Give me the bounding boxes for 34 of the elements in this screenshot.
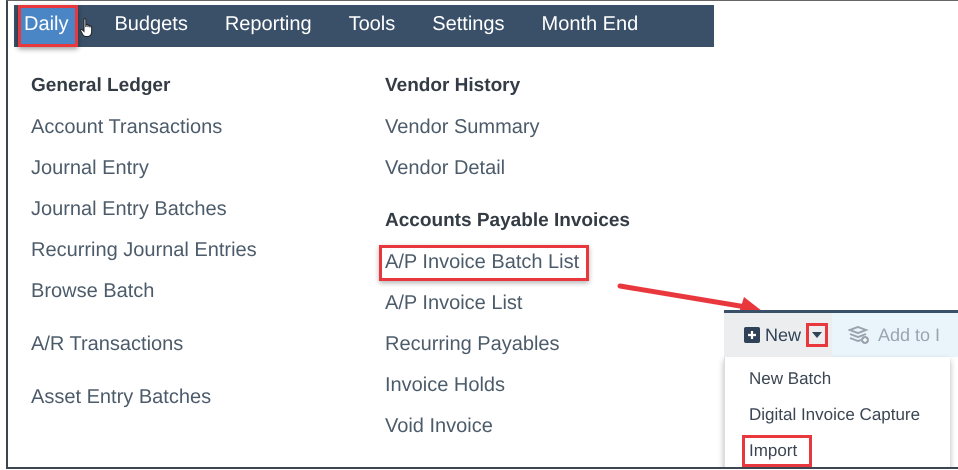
caret-button[interactable]	[806, 323, 828, 347]
hand-cursor-icon	[80, 18, 94, 38]
caret-icon	[812, 332, 822, 338]
menu-heading: Vendor History	[385, 74, 522, 98]
menu-item[interactable]: Account Transactions	[25, 112, 228, 153]
dropdown-item[interactable]: Import	[725, 433, 950, 467]
menu-item[interactable]: Invoice Holds	[379, 370, 512, 411]
dropdown-item[interactable]: New Batch	[725, 361, 950, 397]
menu-item[interactable]: A/P Invoice List	[379, 288, 528, 329]
new-label: New	[765, 324, 802, 346]
menu-item[interactable]: Recurring Payables	[379, 329, 566, 370]
menu-tab[interactable]: Month End	[524, 5, 658, 47]
new-button[interactable]: New	[724, 313, 832, 357]
dropdown-item[interactable]: Digital Invoice Capture	[725, 397, 950, 433]
menu-item[interactable]: Journal Entry Batches	[25, 194, 233, 235]
menu-tab[interactable]: Settings	[414, 5, 524, 47]
layers-plus-icon	[848, 325, 870, 345]
menu-item[interactable]: Recurring Journal Entries	[25, 235, 263, 276]
menu-item[interactable]: Vendor Detail	[379, 153, 512, 194]
menu-tab[interactable]: Tools	[330, 5, 414, 47]
menu-item[interactable]: A/R Transactions	[25, 329, 190, 370]
menu-item[interactable]: Browse Batch	[25, 276, 160, 317]
menu-heading: General Ledger	[31, 74, 172, 98]
menu-tab[interactable]: Budgets	[96, 5, 207, 47]
add-label: Add to I	[878, 324, 940, 346]
menu-item[interactable]: Journal Entry	[25, 153, 155, 194]
menu-item[interactable]: Asset Entry Batches	[25, 382, 218, 423]
menu-item[interactable]: Void Invoice	[379, 411, 499, 452]
menu-item[interactable]: Vendor Summary	[379, 112, 546, 153]
menu-tab[interactable]: Reporting	[206, 5, 331, 47]
plus-icon	[744, 327, 760, 343]
menu-item[interactable]: A/P Invoice Batch List	[379, 245, 590, 281]
menu-heading: Accounts Payable Invoices	[385, 209, 631, 233]
menu-tab[interactable]: Daily	[18, 5, 78, 47]
